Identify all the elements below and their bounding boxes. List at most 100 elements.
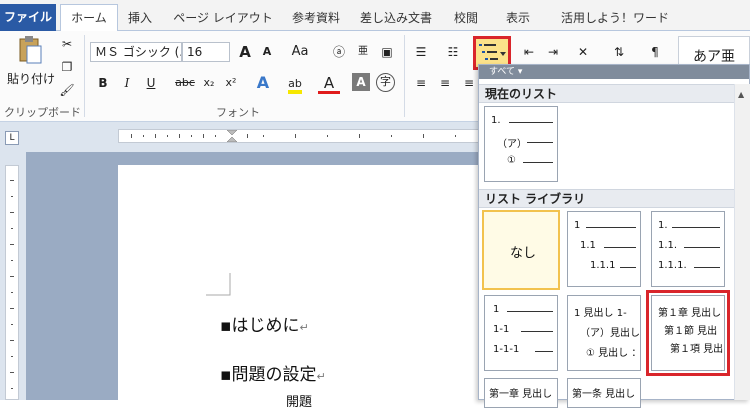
align-center-icon[interactable]: ≡ <box>434 73 456 93</box>
gallery-filter[interactable]: すべて ▾ <box>479 65 749 79</box>
multilevel-list-gallery: すべて ▾ 現在のリスト 1. （ア） ① リスト ライブラリ なし 1 1.1… <box>478 64 750 408</box>
tile-bar <box>509 122 553 123</box>
font-group-label: フォント <box>216 106 260 119</box>
tile-line: ① <box>507 155 516 166</box>
tile-bar <box>535 351 553 352</box>
tile-bar <box>523 162 553 163</box>
ribbon-tab-bar: ファイル ホーム 挿入 ページ レイアウト 参考資料 差し込み文書 校閲 表示 … <box>0 0 750 33</box>
tile-line: 第一条 見出し <box>572 389 636 400</box>
numbering-icon[interactable]: ☷ <box>442 42 464 62</box>
shrink-font-button[interactable]: A <box>256 42 278 62</box>
asian-layout-icon[interactable]: ✕ <box>572 42 594 62</box>
tab-view[interactable]: 表示 <box>498 6 538 30</box>
current-list-tile[interactable]: 1. （ア） ① <box>484 106 558 182</box>
group-divider <box>404 35 405 117</box>
cut-icon[interactable]: ✂ <box>56 34 78 54</box>
tile-bar <box>527 142 553 143</box>
doc-line-3[interactable]: 開題 <box>286 391 312 410</box>
list-tile-none[interactable]: なし <box>482 210 560 290</box>
list-tile-dash[interactable]: 1 1-1 1-1-1 <box>484 295 558 371</box>
tile-bar <box>694 267 720 268</box>
list-tile-numeric[interactable]: 1 1.1 1.1.1 <box>567 211 641 287</box>
font-color-button[interactable]: A <box>318 73 340 94</box>
tile-line: 第１節 見出 <box>664 326 718 337</box>
doc-line-2[interactable]: ▪問題の設定↵ <box>220 360 326 385</box>
current-list-header: 現在のリスト <box>479 84 749 103</box>
font-size-combo[interactable]: 16 <box>182 42 230 62</box>
tile-line: 1 <box>493 304 500 315</box>
strikethrough-button[interactable]: abc <box>172 73 198 93</box>
tab-insert[interactable]: 挿入 <box>120 6 160 30</box>
subscript-button[interactable]: x₂ <box>198 73 220 93</box>
bullets-icon[interactable]: ☰ <box>410 42 432 62</box>
clear-format-icon[interactable]: ⓐ <box>328 42 350 62</box>
list-tile-kanji-chapter[interactable]: 第一章 見出し <box>484 378 558 408</box>
tab-page-layout[interactable]: ページ レイアウト <box>168 6 278 30</box>
tile-line: 1. <box>491 115 501 126</box>
text-effects-button[interactable]: A <box>252 73 274 93</box>
tile-bar <box>672 227 720 228</box>
sort-icon[interactable]: ⇅ <box>608 42 630 62</box>
tab-mailings[interactable]: 差し込み文書 <box>356 6 436 30</box>
char-shading-button[interactable]: A <box>352 73 370 91</box>
tab-references[interactable]: 参考資料 <box>284 6 348 30</box>
grow-font-button[interactable]: A <box>234 42 256 62</box>
clipboard-group-label: クリップボード <box>4 106 81 119</box>
vertical-ruler[interactable] <box>5 165 19 400</box>
phonetic-guide-icon[interactable]: 亜 <box>352 42 374 62</box>
char-border-icon[interactable]: ▣ <box>376 42 398 62</box>
align-left-icon[interactable]: ≡ <box>410 73 432 93</box>
group-divider <box>84 35 85 117</box>
list-tile-heading-1[interactable]: 1 見出し 1- （ア）見出し ① 見出し ： <box>567 295 641 371</box>
font-name-combo[interactable]: ＭＳ ゴシック (. <box>90 42 182 62</box>
tile-line: 1 見出し 1- <box>574 308 627 319</box>
highlight-color-icon[interactable]: ab <box>284 73 306 94</box>
tile-line: 1. <box>658 220 668 231</box>
superscript-button[interactable]: x² <box>220 73 242 93</box>
tab-addin-word[interactable]: 活用しよう！ワード <box>550 6 680 30</box>
list-tile-chapter-section[interactable]: 第１章 見出し 第１節 見出 第１項 見出 <box>646 290 730 376</box>
copy-icon[interactable]: ❐ <box>56 57 78 77</box>
tile-line: 1 <box>574 220 581 231</box>
tile-bar <box>604 247 636 248</box>
italic-button[interactable]: I <box>116 73 138 93</box>
format-painter-icon[interactable]: 🖌 <box>56 80 78 100</box>
horizontal-ruler[interactable] <box>118 129 480 143</box>
document-page[interactable]: ▪はじめに↵ ▪問題の設定↵ 開題 <box>118 165 480 410</box>
tile-line: 第一章 見出し <box>489 389 553 400</box>
bold-button[interactable]: B <box>92 73 114 93</box>
enclose-char-button[interactable]: 字 <box>376 73 395 92</box>
tile-line: 1-1-1 <box>493 344 520 355</box>
list-tile-kanji-article[interactable]: 第一条 見出し <box>567 378 641 408</box>
list-tile-numeric-dot[interactable]: 1. 1.1. 1.1.1. <box>651 211 725 287</box>
tile-line: 第１章 見出し <box>658 308 722 319</box>
increase-indent-icon[interactable]: ⇥ <box>542 42 564 62</box>
tile-bar <box>521 331 553 332</box>
tab-review[interactable]: 校閲 <box>446 6 486 30</box>
paragraph-mark-icon: ↵ <box>299 321 309 334</box>
tile-line: 1-1 <box>493 324 510 335</box>
tab-selector-icon[interactable]: L <box>5 131 19 145</box>
doc-line-1[interactable]: ▪はじめに↵ <box>220 311 309 336</box>
tab-home[interactable]: ホーム <box>60 4 118 33</box>
align-right-icon[interactable]: ≡ <box>458 73 480 93</box>
doc-line-2-text: ▪問題の設定 <box>220 365 317 385</box>
paste-icon[interactable] <box>12 35 48 65</box>
tile-line: なし <box>510 246 537 261</box>
underline-button[interactable]: U <box>140 73 162 93</box>
tile-bar <box>620 267 636 268</box>
tile-bar <box>684 247 720 248</box>
change-case-button[interactable]: Aa <box>286 42 314 62</box>
show-marks-icon[interactable]: ¶ <box>644 42 666 62</box>
tab-file[interactable]: ファイル <box>0 4 56 31</box>
decrease-indent-icon[interactable]: ⇤ <box>518 42 540 62</box>
tile-bar <box>586 227 636 228</box>
doc-line-1-text: ▪はじめに <box>220 316 300 336</box>
paste-button[interactable]: 貼り付け <box>6 69 56 89</box>
tile-line: 1.1.1 <box>590 260 616 271</box>
tile-line: 1.1. <box>658 240 678 251</box>
tile-line: 1.1 <box>580 240 596 251</box>
tile-line: ① 見出し ： <box>586 348 641 359</box>
scroll-up-icon[interactable]: ▲ <box>738 90 744 99</box>
gallery-scrollbar[interactable]: ▲ <box>734 84 750 400</box>
